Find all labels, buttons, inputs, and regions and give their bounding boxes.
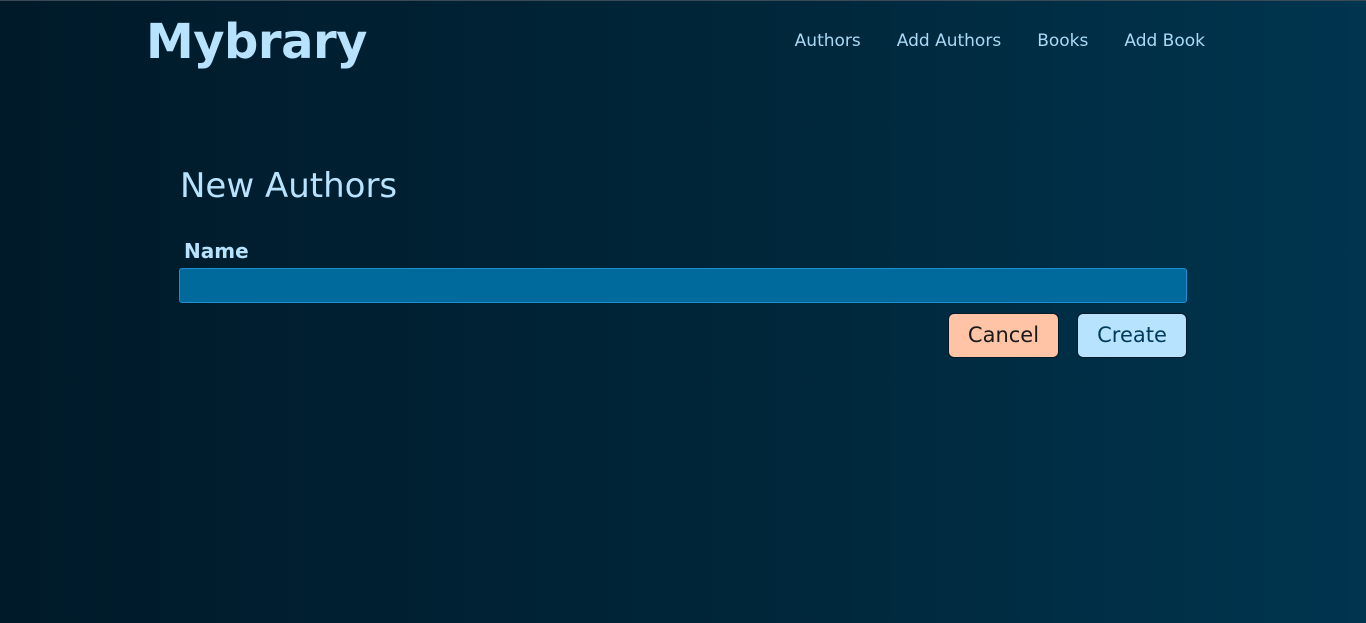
site-logo[interactable]: Mybrary xyxy=(146,12,367,72)
page-title: New Authors xyxy=(180,166,398,206)
top-divider xyxy=(0,0,1366,1)
create-button[interactable]: Create xyxy=(1077,313,1187,358)
name-label: Name xyxy=(184,239,249,263)
nav-link-authors[interactable]: Authors xyxy=(795,30,861,52)
main-nav: Authors Add Authors Books Add Book xyxy=(795,30,1205,52)
name-input[interactable] xyxy=(179,268,1187,303)
nav-link-add-book[interactable]: Add Book xyxy=(1124,30,1205,52)
nav-link-books[interactable]: Books xyxy=(1037,30,1088,52)
cancel-button[interactable]: Cancel xyxy=(948,313,1059,358)
nav-link-add-authors[interactable]: Add Authors xyxy=(897,30,1001,52)
